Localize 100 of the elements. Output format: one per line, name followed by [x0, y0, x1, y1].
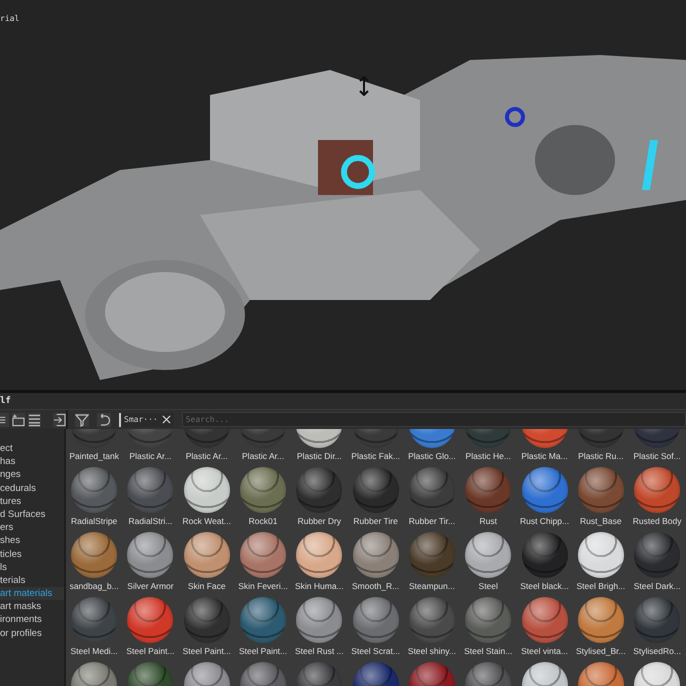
material-label: Rust Chipp... — [520, 516, 570, 527]
material-label: Rock01 — [248, 516, 278, 527]
material-sphere[interactable] — [296, 532, 342, 578]
material-label: Smooth_R... — [352, 581, 400, 592]
sidebar-item[interactable]: ironments — [0, 613, 64, 627]
sidebar-item[interactable]: ticles — [0, 548, 64, 561]
material-label: Stylised_Br... — [576, 646, 626, 657]
material-label: Steel Dark... — [634, 581, 680, 592]
material-sphere[interactable] — [522, 532, 568, 578]
material-label: Skin Huma... — [295, 581, 344, 592]
material-sphere[interactable] — [408, 532, 455, 578]
material-sphere[interactable] — [71, 532, 118, 578]
material-label: Plastic Ru... — [578, 451, 624, 462]
sidebar-item[interactable]: art masks — [0, 600, 64, 614]
material-label: Rust — [479, 516, 497, 527]
material-label: Steel black... — [520, 581, 569, 592]
material-label: Steel Rust ... — [295, 646, 344, 657]
material-label: Plastic Ar... — [242, 451, 284, 462]
material-sphere[interactable] — [184, 467, 230, 513]
material-label: Steel Medi... — [70, 646, 118, 657]
material-label: RadialStripe — [70, 516, 118, 527]
sidebar-item[interactable]: art materials — [0, 587, 64, 600]
material-label: Steel Paint... — [238, 646, 288, 657]
material-sphere[interactable] — [634, 467, 680, 513]
material-label: Rusted Body — [632, 516, 682, 527]
material-sphere[interactable] — [578, 467, 624, 513]
material-sphere[interactable] — [296, 597, 342, 643]
material-sphere[interactable] — [240, 467, 286, 513]
material-label: Plastic Ma... — [521, 451, 568, 462]
material-sphere[interactable] — [578, 532, 624, 578]
material-label: Steel Stain... — [464, 646, 512, 657]
material-label: Plastic He... — [466, 451, 511, 462]
material-label: Rust_Base — [580, 516, 622, 527]
material-sphere[interactable] — [240, 597, 286, 643]
list-icon[interactable] — [0, 412, 10, 426]
material-sphere[interactable] — [127, 467, 174, 513]
filter-icon[interactable] — [75, 412, 89, 426]
material-sphere[interactable] — [465, 532, 512, 578]
material-label: Plastic Sof... — [633, 451, 681, 462]
material-label: Painted_tank — [69, 451, 119, 462]
sidebar-item[interactable]: ls — [0, 560, 64, 574]
material-sphere[interactable] — [240, 532, 286, 578]
material-sphere[interactable] — [127, 532, 174, 578]
material-sphere[interactable] — [352, 467, 399, 513]
material-sphere[interactable] — [634, 532, 680, 578]
material-sphere[interactable] — [184, 597, 230, 643]
move-cursor-icon — [359, 76, 369, 96]
material-label: Skin Face — [188, 581, 226, 592]
viewport-label: rial — [0, 14, 20, 23]
material-sphere[interactable] — [522, 467, 568, 513]
sidebar-item[interactable]: or profiles — [0, 626, 64, 640]
new-folder-icon[interactable] — [12, 412, 26, 426]
sidebar-item[interactable]: tures — [0, 494, 64, 508]
material-label: Plastic Fak... — [351, 451, 400, 462]
undo-icon[interactable] — [97, 412, 111, 426]
sidebar-item[interactable]: cedurals — [0, 482, 64, 495]
material-label: Rock Weat... — [182, 516, 231, 527]
sidebar-item[interactable]: ers — [0, 521, 64, 534]
material-label: Rubber Dry — [298, 516, 342, 527]
list-icon[interactable] — [28, 412, 42, 426]
material-label: Plastic Ar... — [186, 451, 228, 462]
material-sphere[interactable] — [127, 597, 174, 643]
material-sphere[interactable] — [352, 597, 399, 643]
sidebar-item[interactable]: shes — [0, 534, 64, 548]
close-icon[interactable] — [162, 415, 171, 424]
import-icon[interactable] — [53, 412, 66, 426]
sidebar-item[interactable]: nges — [0, 468, 64, 482]
material-label: Rubber Tir... — [408, 516, 456, 527]
material-label: StylisedRo... — [633, 646, 681, 657]
sidebar-item[interactable]: ect — [0, 442, 64, 456]
material-sphere[interactable] — [184, 532, 230, 578]
material-sphere[interactable] — [296, 467, 342, 513]
material-sphere[interactable] — [352, 532, 399, 578]
panel-title: lf — [0, 396, 11, 406]
material-sphere[interactable] — [522, 597, 568, 643]
material-label: Rubber Tire — [353, 516, 398, 527]
material-sphere[interactable] — [578, 597, 624, 643]
material-label: Silver Armor — [127, 581, 174, 592]
material-label: Plastic Glo... — [408, 451, 456, 462]
material-label: Plastic Dir... — [296, 451, 342, 462]
material-label: Steel Paint... — [182, 646, 231, 657]
material-label: sandbag_b... — [70, 581, 119, 592]
material-label: Steampun... — [409, 581, 455, 592]
material-label: Plastic Ar... — [129, 451, 172, 462]
material-sphere[interactable] — [71, 467, 118, 513]
material-sphere[interactable] — [465, 597, 512, 643]
material-label: Steel Brigh... — [576, 581, 626, 592]
material-sphere[interactable] — [465, 467, 512, 513]
sidebar-item[interactable]: d Surfaces — [0, 508, 64, 522]
material-label: Steel Paint... — [126, 646, 175, 657]
filter-tag-label: Smar··· — [124, 415, 158, 424]
material-label: RadialStri... — [128, 516, 172, 527]
material-label: Steel Scrat... — [351, 646, 400, 657]
material-sphere[interactable] — [634, 597, 680, 643]
sidebar-item[interactable]: has — [0, 455, 64, 468]
sidebar-item[interactable]: terials — [0, 574, 64, 588]
material-label: Skin Feveri... — [238, 581, 288, 592]
material-label: Steel shiny... — [408, 646, 456, 657]
material-label: Steel vinta... — [521, 646, 568, 657]
search-field[interactable]: Search... — [182, 412, 686, 427]
